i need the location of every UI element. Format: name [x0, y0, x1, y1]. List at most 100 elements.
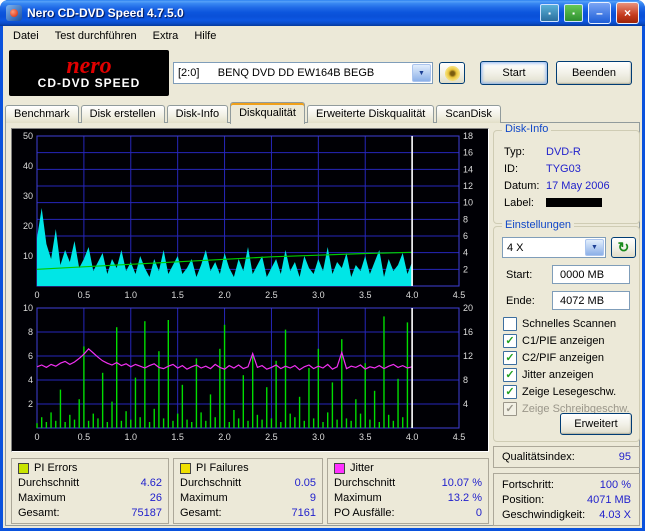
start-mb-label: Start: — [506, 269, 533, 281]
nero-logo: nero CD-DVD SPEED — [9, 50, 169, 96]
chevron-down-icon[interactable]: ▼ — [412, 64, 431, 82]
eject-disc-button[interactable] — [439, 62, 465, 84]
stat-row: Maximum 13.2 % — [334, 491, 482, 504]
svg-text:50: 50 — [23, 131, 33, 141]
chevron-down-icon[interactable]: ▼ — [585, 239, 604, 256]
jitter-swatch-icon — [334, 462, 345, 474]
stat-row: Durchschnitt 10.07 % — [334, 476, 482, 489]
app-icon — [6, 5, 22, 21]
svg-text:20: 20 — [463, 303, 473, 313]
checkbox-box[interactable]: ✓ — [503, 385, 517, 399]
refresh-disc-button[interactable]: ↻ — [611, 237, 636, 258]
quality-index-box: Qualitätsindex: 95 — [493, 446, 640, 468]
menu-item-hilfe[interactable]: Hilfe — [186, 28, 224, 44]
stat-row: Durchschnitt 4.62 — [18, 476, 162, 489]
svg-text:2.0: 2.0 — [218, 290, 231, 300]
svg-text:10: 10 — [463, 198, 473, 208]
jitter-panel: Jitter Durchschnitt 10.07 % Maximum 13.2 %… — [327, 458, 489, 524]
svg-text:1.0: 1.0 — [125, 290, 138, 300]
end-mb-field[interactable]: 4072 MB — [552, 291, 630, 310]
svg-text:4.5: 4.5 — [453, 290, 466, 300]
tab-disk-erstellen[interactable]: Disk erstellen — [80, 105, 165, 123]
start-button[interactable]: Start — [480, 61, 548, 85]
checkbox-zeige-lesegeschw[interactable]: ✓ Zeige Lesegeschw. — [503, 385, 616, 399]
disk-info-group: Disk-Info Typ: DVD-R ID: TYG03 Datum: 17… — [493, 123, 640, 224]
stat-row: Maximum 26 — [18, 491, 162, 504]
speed-select[interactable]: 4 X ▼ — [502, 237, 606, 258]
progress-row: Fortschritt: 100 % — [502, 478, 631, 491]
svg-text:3.0: 3.0 — [312, 432, 325, 442]
svg-text:16: 16 — [463, 327, 473, 337]
window-title: Nero CD-DVD Speed 4.7.5.0 — [27, 6, 184, 20]
svg-text:18: 18 — [463, 131, 473, 141]
label-redacted — [546, 198, 602, 207]
position-row: Position: 4071 MB — [502, 493, 631, 506]
menu-item-test-durchfuehren[interactable]: Test durchführen — [47, 28, 145, 44]
chart-panel: 10 20 30 40 50 2 4 6 8 10 12 14 16 18 0 0.5 1.0 1.5 2.0 2.5… — [11, 128, 489, 452]
disk-info-row-typ: Typ: DVD-R — [504, 145, 581, 158]
stat-row: Durchschnitt 0.05 — [180, 476, 316, 489]
svg-text:1.5: 1.5 — [171, 290, 184, 300]
svg-text:4: 4 — [463, 248, 468, 258]
svg-text:0.5: 0.5 — [78, 432, 91, 442]
svg-text:30: 30 — [23, 191, 33, 201]
menu-item-datei[interactable]: Datei — [5, 28, 47, 44]
checkbox-box[interactable]: ✓ — [503, 334, 517, 348]
svg-text:0.5: 0.5 — [78, 290, 91, 300]
disk-info-row-label: Label: — [494, 194, 639, 211]
checkbox-c1-pie-anzeigen[interactable]: ✓ C1/PIE anzeigen — [503, 334, 605, 348]
nero-product-text: CD-DVD SPEED — [37, 76, 141, 91]
advanced-button[interactable]: Erweitert — [560, 413, 632, 435]
settings-group: Einstellungen 4 X ▼ ↻ Start: 0000 MB End… — [493, 219, 640, 442]
title-bar[interactable]: Nero CD-DVD Speed 4.7.5.0 ▪ ▪ – × — [0, 0, 645, 26]
tab-erweiterte-diskqualitaet[interactable]: Erweiterte Diskqualität — [306, 105, 435, 123]
minimize-button[interactable]: – — [588, 2, 611, 24]
menu-bar: Datei Test durchführen Extra Hilfe — [3, 26, 642, 46]
close-button[interactable]: × — [616, 2, 639, 24]
check-icon: ✓ — [505, 334, 515, 347]
checkbox-box[interactable]: ✓ — [503, 351, 517, 365]
start-mb-field[interactable]: 0000 MB — [552, 265, 630, 284]
svg-text:10: 10 — [23, 303, 33, 313]
svg-text:0: 0 — [34, 290, 39, 300]
titlebar-badge-icon-1[interactable]: ▪ — [540, 4, 559, 22]
drive-select-value: [2:0] BENQ DVD DD EW164B BEGB — [178, 67, 375, 79]
svg-text:1.0: 1.0 — [125, 432, 138, 442]
stat-row: Gesamt: 7161 — [180, 506, 316, 519]
menu-item-extra[interactable]: Extra — [145, 28, 187, 44]
titlebar-badge-icon-2[interactable]: ▪ — [564, 4, 583, 22]
svg-text:10: 10 — [23, 251, 33, 261]
checkbox-box: ✓ — [503, 402, 517, 416]
quality-index-label: Qualitätsindex: — [502, 451, 575, 463]
checkbox-c2-pif-anzeigen[interactable]: ✓ C2/PIF anzeigen — [503, 351, 604, 365]
tab-diskqualitaet[interactable]: Diskqualität — [230, 102, 305, 124]
quit-button[interactable]: Beenden — [556, 61, 632, 85]
checkbox-box[interactable]: ✓ — [503, 368, 517, 382]
svg-text:2.5: 2.5 — [265, 432, 278, 442]
check-icon: ✓ — [505, 402, 515, 415]
svg-text:14: 14 — [463, 164, 473, 174]
checkbox-jitter-anzeigen[interactable]: ✓ Jitter anzeigen — [503, 368, 594, 382]
svg-text:20: 20 — [23, 221, 33, 231]
checkbox-box[interactable]: ✓ — [503, 317, 517, 331]
svg-text:4.0: 4.0 — [406, 432, 419, 442]
drive-select[interactable]: [2:0] BENQ DVD DD EW164B BEGB ▼ — [173, 62, 433, 84]
svg-text:3.0: 3.0 — [312, 290, 325, 300]
speed-select-value: 4 X — [507, 241, 524, 254]
svg-text:6: 6 — [463, 231, 468, 241]
stat-row: Gesamt: 75187 — [18, 506, 162, 519]
stat-row: PO Ausfälle: 0 — [334, 506, 482, 519]
tab-benchmark[interactable]: Benchmark — [5, 105, 79, 123]
pi-failures-title: PI Failures — [196, 462, 249, 474]
svg-text:2.0: 2.0 — [218, 432, 231, 442]
tab-scandisk[interactable]: ScanDisk — [436, 105, 501, 123]
svg-text:2.5: 2.5 — [265, 290, 278, 300]
checkbox-schnelles-scannen[interactable]: ✓ Schnelles Scannen — [503, 317, 616, 331]
stat-row: Maximum 9 — [180, 491, 316, 504]
jitter-title: Jitter — [350, 462, 374, 474]
settings-caption: Einstellungen — [502, 219, 575, 231]
tab-disk-info[interactable]: Disk-Info — [166, 105, 229, 123]
svg-text:0: 0 — [34, 432, 39, 442]
svg-text:16: 16 — [463, 148, 473, 158]
svg-text:3.5: 3.5 — [359, 432, 372, 442]
